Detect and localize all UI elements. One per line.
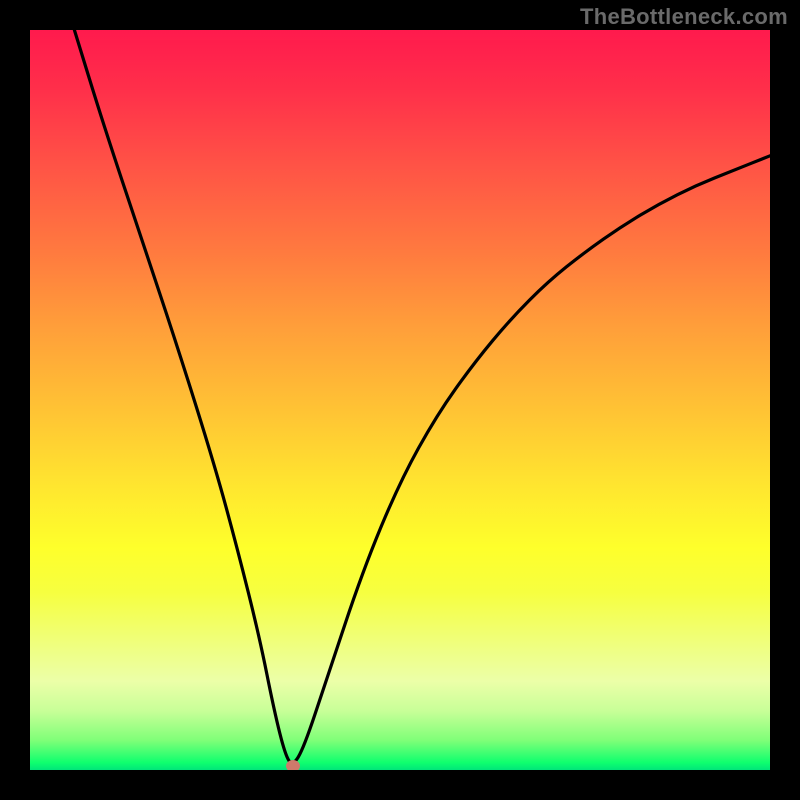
optimal-point-marker bbox=[286, 760, 300, 770]
watermark-label: TheBottleneck.com bbox=[580, 4, 788, 30]
bottleneck-curve bbox=[30, 30, 770, 770]
plot-area bbox=[30, 30, 770, 770]
chart-frame: TheBottleneck.com bbox=[0, 0, 800, 800]
